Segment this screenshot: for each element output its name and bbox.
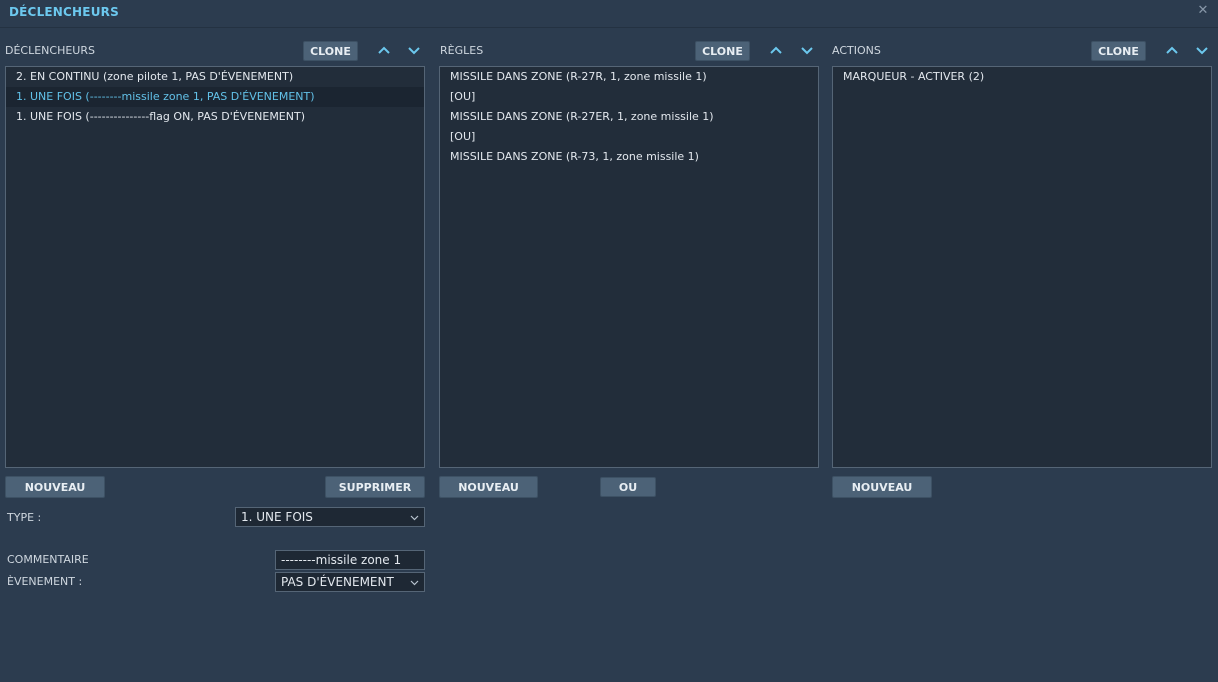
triggers-list[interactable]: 2. EN CONTINU (zone pilote 1, PAS D'ÉVEN… [5,66,425,468]
trigger-row[interactable]: 2. EN CONTINU (zone pilote 1, PAS D'ÉVEN… [6,67,424,87]
chevron-down-icon [410,578,419,587]
actions-clone-button[interactable]: CLONE [1091,41,1146,61]
chevron-up-icon [770,46,782,54]
rule-row[interactable]: [OU] [440,87,818,107]
actions-new-button[interactable]: NOUVEAU [832,476,932,498]
actions-label: ACTIONS [832,44,881,57]
trigger-row[interactable]: 1. UNE FOIS (---------------flag ON, PAS… [6,107,424,127]
triggers-label: DÉCLENCHEURS [5,44,95,57]
trigger-row-selected[interactable]: 1. UNE FOIS (--------missile zone 1, PAS… [6,87,424,107]
rule-row[interactable]: MISSILE DANS ZONE (R-27R, 1, zone missil… [440,67,818,87]
rule-row[interactable]: MISSILE DANS ZONE (R-27ER, 1, zone missi… [440,107,818,127]
chevron-down-icon [801,47,813,55]
rule-row[interactable]: [OU] [440,127,818,147]
triggers-clone-button[interactable]: CLONE [303,41,358,61]
title-bar: DÉCLENCHEURS ✕ [0,0,1218,28]
triggers-new-button[interactable]: NOUVEAU [5,476,105,498]
rules-new-button[interactable]: NOUVEAU [439,476,538,498]
rules-label: RÈGLES [440,44,484,57]
comment-input[interactable]: --------missile zone 1 [275,550,425,570]
triggers-move-up-button[interactable] [376,42,392,58]
chevron-up-icon [378,46,390,54]
rules-clone-button[interactable]: CLONE [695,41,750,61]
comment-label: COMMENTAIRE [7,553,89,566]
chevron-down-icon [410,513,419,522]
triggers-move-down-button[interactable] [406,42,422,58]
chevron-up-icon [1166,46,1178,54]
rules-or-button[interactable]: OU [600,477,656,497]
type-select-value: 1. UNE FOIS [241,510,313,524]
rules-list[interactable]: MISSILE DANS ZONE (R-27R, 1, zone missil… [439,66,819,468]
window-title: DÉCLENCHEURS [9,5,119,19]
event-label: ÈVENEMENT : [7,575,83,588]
action-row[interactable]: MARQUEUR - ACTIVER (2) [833,67,1211,87]
actions-move-down-button[interactable] [1194,42,1210,58]
actions-move-up-button[interactable] [1164,42,1180,58]
close-icon[interactable]: ✕ [1196,4,1210,18]
comment-input-value: --------missile zone 1 [281,553,402,567]
type-label: TYPE : [7,511,42,524]
chevron-down-icon [408,47,420,55]
event-select[interactable]: PAS D'ÉVENEMENT [275,572,425,592]
triggers-delete-button[interactable]: SUPPRIMER [325,476,425,498]
rule-row[interactable]: MISSILE DANS ZONE (R-73, 1, zone missile… [440,147,818,167]
chevron-down-icon [1196,47,1208,55]
rules-move-up-button[interactable] [768,42,784,58]
actions-list[interactable]: MARQUEUR - ACTIVER (2) [832,66,1212,468]
event-select-value: PAS D'ÉVENEMENT [281,575,394,589]
rules-move-down-button[interactable] [799,42,815,58]
type-select[interactable]: 1. UNE FOIS [235,507,425,527]
